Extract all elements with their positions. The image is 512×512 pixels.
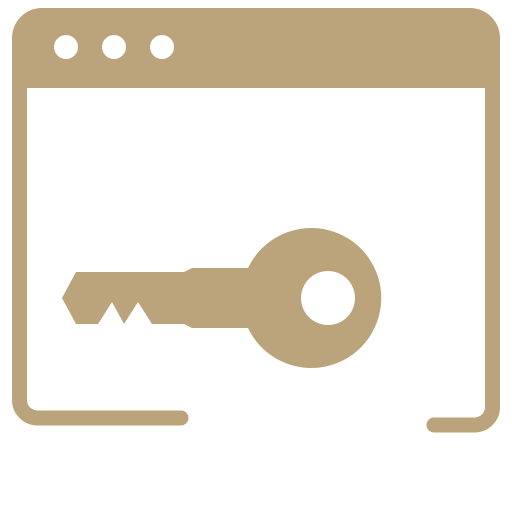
key-icon <box>62 228 382 369</box>
window-dot-1 <box>54 35 78 59</box>
window-body-outline-right <box>426 72 500 433</box>
browser-window <box>12 8 500 433</box>
window-body-outline <box>12 72 189 426</box>
window-dot-3 <box>150 35 174 59</box>
browser-key-icon <box>12 8 500 433</box>
window-dot-2 <box>102 35 126 59</box>
key-shape <box>62 228 382 369</box>
title-bar <box>12 8 500 88</box>
icon-canvas <box>0 0 512 512</box>
